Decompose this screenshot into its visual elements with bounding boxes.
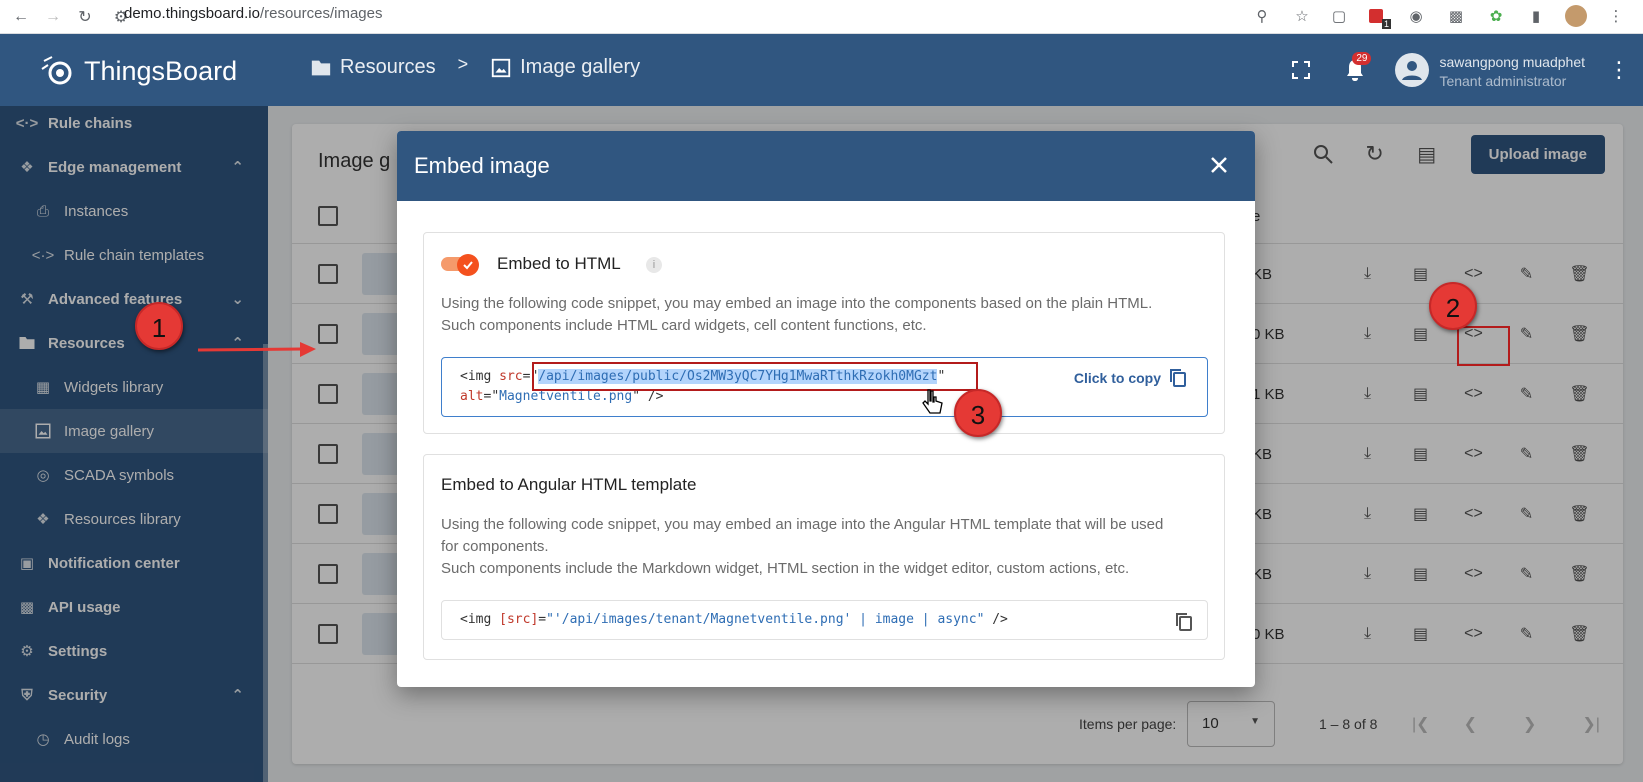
hand-cursor-icon [922,389,943,414]
description-line: Using the following code snippet, you ma… [441,295,1153,312]
forward-icon[interactable]: → [42,6,64,28]
back-icon[interactable]: ← [10,6,32,28]
code-quote: " [632,389,641,404]
description-line: Such components include HTML card widget… [441,317,927,334]
url-host: demo.thingsboard.io [124,5,260,22]
more-vert-icon[interactable]: ⋮ [1599,50,1639,90]
description-line: for components. [441,538,549,555]
description-line: Such components include the Markdown wid… [441,560,1130,577]
code-attr: src [499,369,523,384]
notification-count-badge: 29 [1352,52,1372,65]
user-role: Tenant administrator [1439,72,1567,89]
embed-html-toggle[interactable] [441,254,481,276]
camera-icon[interactable]: ◉ [1403,3,1429,29]
copy-icon [1170,369,1186,387]
breadcrumb-image-gallery: Image gallery [490,56,640,79]
puzzle-icon[interactable]: ▮ [1523,3,1549,29]
extension-icon[interactable]: ▢ [1329,3,1349,29]
browser-toolbar: ← → ↻ ⚙ demo.thingsboard.io/resources/im… [0,0,1643,34]
code-value: "'/api/images/tenant/Magnetventile.png' … [546,612,985,627]
address-bar[interactable]: demo.thingsboard.io/resources/images [124,5,383,22]
embed-angular-title: Embed to Angular HTML template [441,475,697,494]
info-icon[interactable]: i [646,257,662,273]
copy-label: Click to copy [1073,370,1161,386]
browser-menu-icon[interactable]: ⋮ [1603,3,1629,29]
annotation-arrow [197,342,316,357]
embed-angular-section: Embed to Angular HTML template Using the… [423,454,1225,660]
logo-text: ThingsBoard [84,55,238,86]
code-tag: /> [984,612,1008,627]
breadcrumb-separator: > [457,54,469,74]
breadcrumb-label: Image gallery [520,56,641,78]
colorful-extension-icon[interactable]: ✿ [1483,3,1509,29]
logo[interactable]: ThingsBoard [38,51,237,91]
code-tag: <img [460,612,492,627]
extension-badge-count: 1 [1381,19,1391,29]
annotation-highlight-src [532,362,978,391]
embed-html-title: Embed to HTML [497,254,621,273]
code-attr: [src] [499,612,539,627]
annotation-step-2: 2 [1429,282,1477,330]
thingsboard-logo-icon [41,56,72,85]
code-attr: alt [460,389,484,404]
reload-icon[interactable]: ↻ [74,6,96,28]
angular-code-snippet[interactable]: <img [src]="'/api/images/tenant/Magnetve… [441,600,1208,640]
check-icon [457,254,479,276]
notifications-bell-icon[interactable]: 29 [1335,50,1375,90]
code-tag: /> [640,389,664,404]
code-tag: <img [460,369,492,384]
dialog-title: Embed image [414,153,550,178]
code-eq: = [538,612,547,627]
zoom-icon[interactable]: ⚲ [1249,3,1275,29]
description-line: Using the following code snippet, you ma… [441,516,1164,533]
code-alt-value: Magnetventile.png [499,389,633,404]
bookmark-star-icon[interactable]: ☆ [1289,3,1315,29]
embed-image-dialog: Embed image Embed to HTML i Using the fo… [397,131,1255,687]
app-header: ThingsBoard Resources > Image gallery 29 [0,34,1643,106]
annotation-step-1: 1 [135,302,183,350]
breadcrumb: Resources > Image gallery [310,54,640,79]
user-name: sawangpong muadphet [1439,53,1585,70]
click-to-copy-button[interactable]: Click to copy [1074,368,1187,388]
car-icon[interactable]: ▩ [1443,3,1469,29]
breadcrumb-label: Resources [340,56,436,78]
embed-html-description: Using the following code snippet, you ma… [441,293,1152,337]
extension-badge-icon[interactable]: 1 [1363,3,1391,29]
fullscreen-icon[interactable] [1281,50,1321,90]
user-avatar-icon [1395,53,1430,87]
image-icon [491,58,511,77]
annotation-highlight-embed-button [1457,326,1510,366]
user-menu[interactable]: sawangpong muadphet Tenant administrator [1395,52,1585,89]
profile-avatar[interactable] [1563,3,1589,29]
code-quote: " [491,389,500,404]
dialog-header: Embed image [397,131,1255,201]
folder-icon [311,60,331,75]
embed-html-section: Embed to HTML i Using the following code… [423,232,1225,434]
copy-icon[interactable] [1175,612,1193,639]
embed-angular-description: Using the following code snippet, you ma… [441,514,1163,580]
breadcrumb-resources[interactable]: Resources [310,56,436,79]
close-icon[interactable] [1205,151,1233,179]
url-path: /resources/images [259,5,383,22]
annotation-step-3: 3 [954,389,1002,437]
